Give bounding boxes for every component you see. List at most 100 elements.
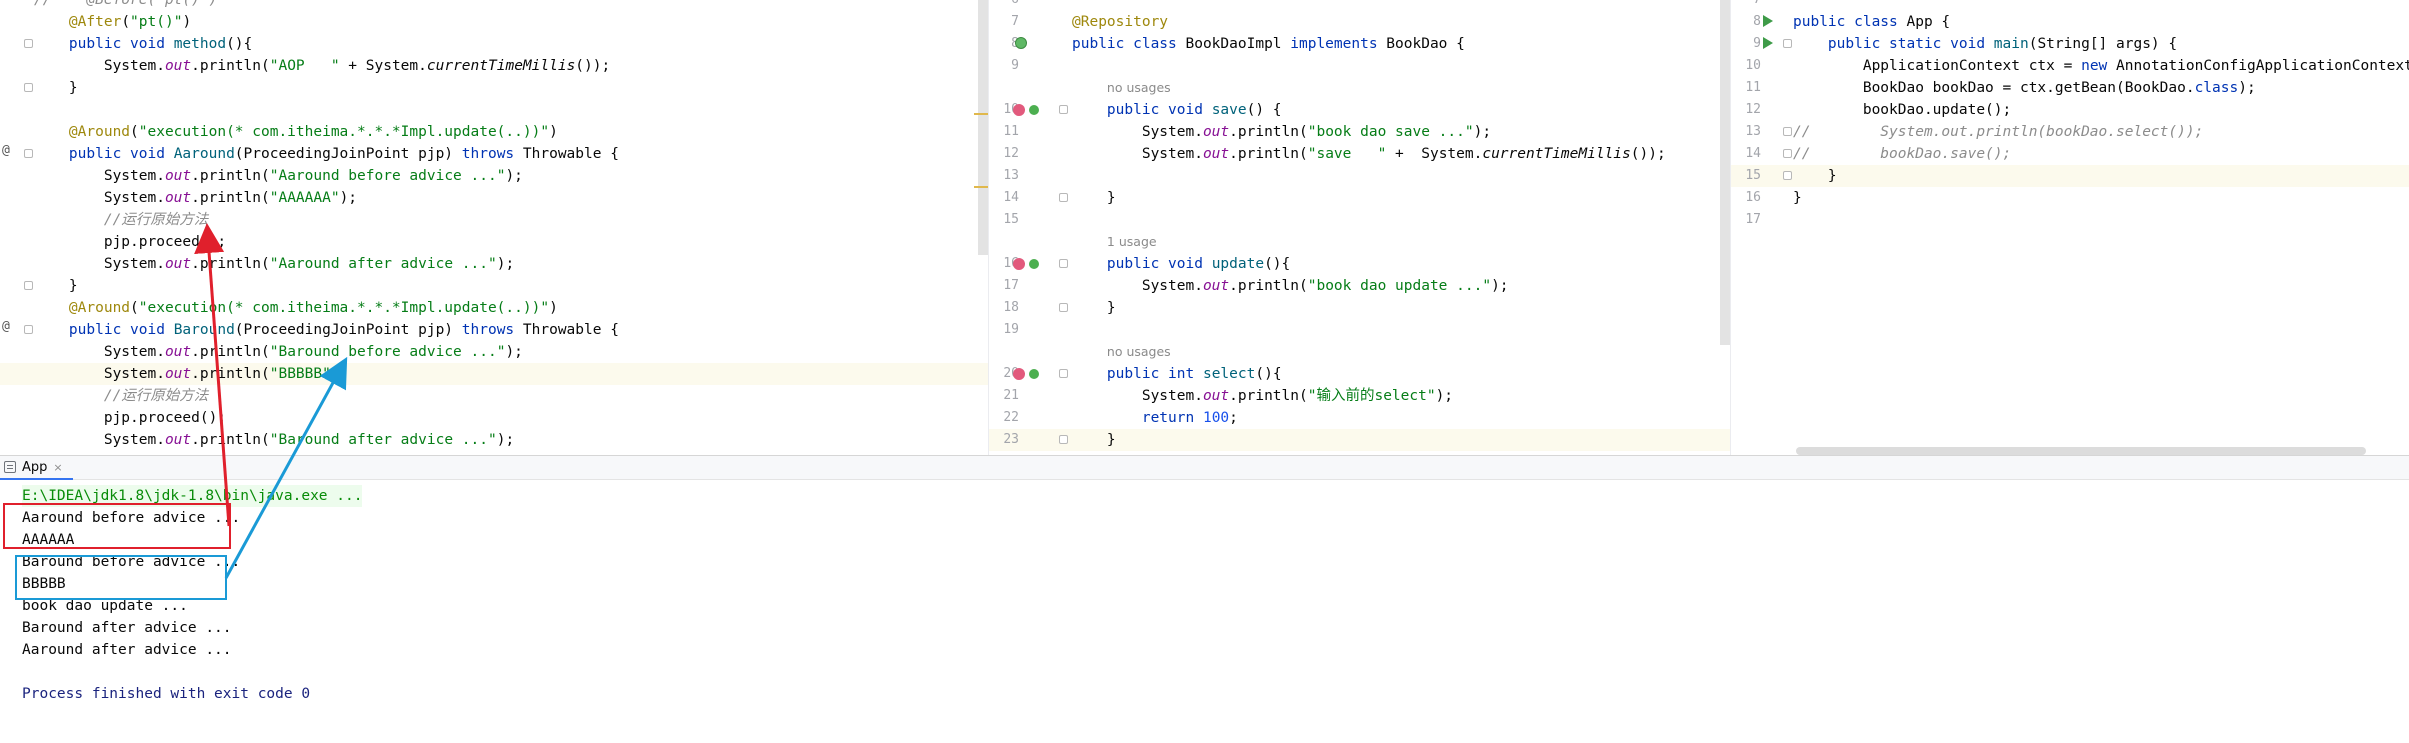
code-line[interactable]: 7	[1731, 0, 2409, 11]
code-line[interactable]: public void method(){	[0, 33, 988, 55]
code-line[interactable]: 9	[989, 55, 1730, 77]
code-text: System.out.println("Aaround after advice…	[34, 256, 515, 272]
code-line[interactable]: System.out.println("Baround after advice…	[0, 429, 988, 451]
code-line[interactable]: 22 return 100;	[989, 407, 1730, 429]
code-line[interactable]: System.out.println("AAAAAA");	[0, 187, 988, 209]
fold-marker-icon[interactable]	[24, 149, 33, 158]
editor-pane-app[interactable]: 7 8 public class App {9 public static void…	[1730, 0, 2409, 455]
line-number: 11	[1745, 80, 1761, 95]
code-line[interactable]: 21 System.out.println("输入前的select");	[989, 385, 1730, 407]
fold-marker-icon[interactable]	[1059, 259, 1068, 268]
code-line[interactable]: 14 // bookDao.save();	[1731, 143, 2409, 165]
aspect-gutter-icon[interactable]: @	[2, 319, 10, 334]
code-line[interactable]: @After("pt()")	[0, 11, 988, 33]
code-line[interactable]: 19	[989, 319, 1730, 341]
code-line[interactable]: no usages	[989, 77, 1730, 99]
code-text: }	[34, 278, 78, 294]
code-text: public void Aaround(ProceedingJoinPoint …	[68, 146, 619, 162]
close-icon[interactable]: ×	[53, 461, 62, 474]
code-line[interactable]: System.out.println("Baround before advic…	[0, 341, 988, 363]
code-line[interactable]: pjp.proceed();	[0, 231, 988, 253]
code-line[interactable]: }	[0, 275, 988, 297]
code-line[interactable]: public void Baround(ProceedingJoinPoint …	[0, 319, 988, 341]
run-gutter-icon[interactable]	[1763, 15, 1773, 27]
blue-highlight-box	[15, 555, 227, 600]
code-line[interactable]: 9 public static void main(String[] args)…	[1731, 33, 2409, 55]
fold-marker-icon[interactable]	[1783, 171, 1792, 180]
vertical-scrollbar[interactable]	[978, 0, 988, 255]
code-line[interactable]: //运行原始方法	[0, 385, 988, 407]
code-text: // System.out.println(bookDao.select());	[1793, 124, 2204, 140]
code-text: // @Before("pt()")	[34, 0, 218, 8]
fold-marker-icon[interactable]	[1783, 127, 1792, 136]
code-line[interactable]: 10 ApplicationContext ctx = new Annotati…	[1731, 55, 2409, 77]
fold-marker-icon[interactable]	[1059, 369, 1068, 378]
aop-advice-icon[interactable]	[1013, 258, 1025, 270]
spring-bean-icon[interactable]	[1015, 37, 1027, 49]
code-line[interactable]: System.out.println("AOP " + System.curre…	[0, 55, 988, 77]
code-line[interactable]: 8 public class App {	[1731, 11, 2409, 33]
code-line[interactable]: }	[0, 77, 988, 99]
fold-marker-icon[interactable]	[24, 83, 33, 92]
fold-marker-icon[interactable]	[1783, 39, 1792, 48]
fold-marker-icon[interactable]	[24, 281, 33, 290]
aop-advice-icon[interactable]	[1013, 368, 1025, 380]
code-line[interactable]: 18 }	[989, 297, 1730, 319]
fold-marker-icon[interactable]	[24, 325, 33, 334]
code-text: }	[1793, 168, 1837, 184]
aspect-gutter-icon[interactable]: @	[2, 143, 10, 158]
code-line[interactable]: System.out.println("BBBBB");	[0, 363, 988, 385]
line-number: 22	[1003, 410, 1019, 425]
code-line[interactable]: 23 }	[989, 429, 1730, 451]
fold-marker-icon[interactable]	[1783, 149, 1792, 158]
tab-app-label: App	[22, 459, 48, 475]
fold-marker-icon[interactable]	[24, 39, 33, 48]
code-line[interactable]: 16}	[1731, 187, 2409, 209]
run-gutter-icon[interactable]	[1763, 37, 1773, 49]
implements-method-icon[interactable]	[1029, 259, 1039, 269]
code-line[interactable]: 20 public int select(){	[989, 363, 1730, 385]
code-line[interactable]: 17	[1731, 209, 2409, 231]
line-number: 16	[1745, 190, 1761, 205]
code-line[interactable]: 10 public void save() {	[989, 99, 1730, 121]
tab-app[interactable]: App ×	[0, 456, 73, 480]
code-line[interactable]: //运行原始方法	[0, 209, 988, 231]
fold-marker-icon[interactable]	[1059, 193, 1068, 202]
vertical-scrollbar[interactable]	[1720, 0, 1730, 345]
aop-advice-icon[interactable]	[1013, 104, 1025, 116]
line-number: 21	[1003, 388, 1019, 403]
code-line[interactable]: // @Before("pt()")	[0, 0, 988, 11]
fold-marker-icon[interactable]	[1059, 435, 1068, 444]
code-line[interactable]: 1 usage	[989, 231, 1730, 253]
code-line[interactable]: 15 }	[1731, 165, 2409, 187]
code-line[interactable]: System.out.println("Aaround after advice…	[0, 253, 988, 275]
code-line[interactable]: 11 System.out.println("book dao save ...…	[989, 121, 1730, 143]
code-line[interactable]: 16 public void update(){	[989, 253, 1730, 275]
implements-method-icon[interactable]	[1029, 105, 1039, 115]
code-line[interactable]: 12 bookDao.update();	[1731, 99, 2409, 121]
implements-method-icon[interactable]	[1029, 369, 1039, 379]
code-line[interactable]: 17 System.out.println("book dao update .…	[989, 275, 1730, 297]
editor-pane-bookdaoimpl[interactable]: 6 7 @Repository 8public class BookDaoImpl i…	[988, 0, 1730, 455]
code-line[interactable]: 14 }	[989, 187, 1730, 209]
code-line[interactable]: @Around("execution(* com.itheima.*.*.*Im…	[0, 297, 988, 319]
code-text: }	[1072, 190, 1116, 206]
horizontal-scrollbar[interactable]	[1796, 447, 2366, 455]
code-line[interactable]: System.out.println("Aaround before advic…	[0, 165, 988, 187]
editor-pane-aspect[interactable]: // @Before("pt()") @After("pt()") public…	[0, 0, 988, 455]
code-line[interactable]: 6	[989, 0, 1730, 11]
fold-marker-icon[interactable]	[1059, 105, 1068, 114]
code-line[interactable]: 8public class BookDaoImpl implements Boo…	[989, 33, 1730, 55]
code-line[interactable]: 12 System.out.println("save " + System.c…	[989, 143, 1730, 165]
code-line[interactable]	[0, 99, 988, 121]
code-line[interactable]: 15	[989, 209, 1730, 231]
code-line[interactable]: no usages	[989, 341, 1730, 363]
code-line[interactable]: public void Aaround(ProceedingJoinPoint …	[0, 143, 988, 165]
code-line[interactable]: 7 @Repository	[989, 11, 1730, 33]
code-line[interactable]: 13	[989, 165, 1730, 187]
code-line[interactable]: 11 BookDao bookDao = ctx.getBean(BookDao…	[1731, 77, 2409, 99]
code-line[interactable]: @Around("execution(* com.itheima.*.*.*Im…	[0, 121, 988, 143]
code-line[interactable]: 13 // System.out.println(bookDao.select()…	[1731, 121, 2409, 143]
code-line[interactable]: pjp.proceed();	[0, 407, 988, 429]
fold-marker-icon[interactable]	[1059, 303, 1068, 312]
